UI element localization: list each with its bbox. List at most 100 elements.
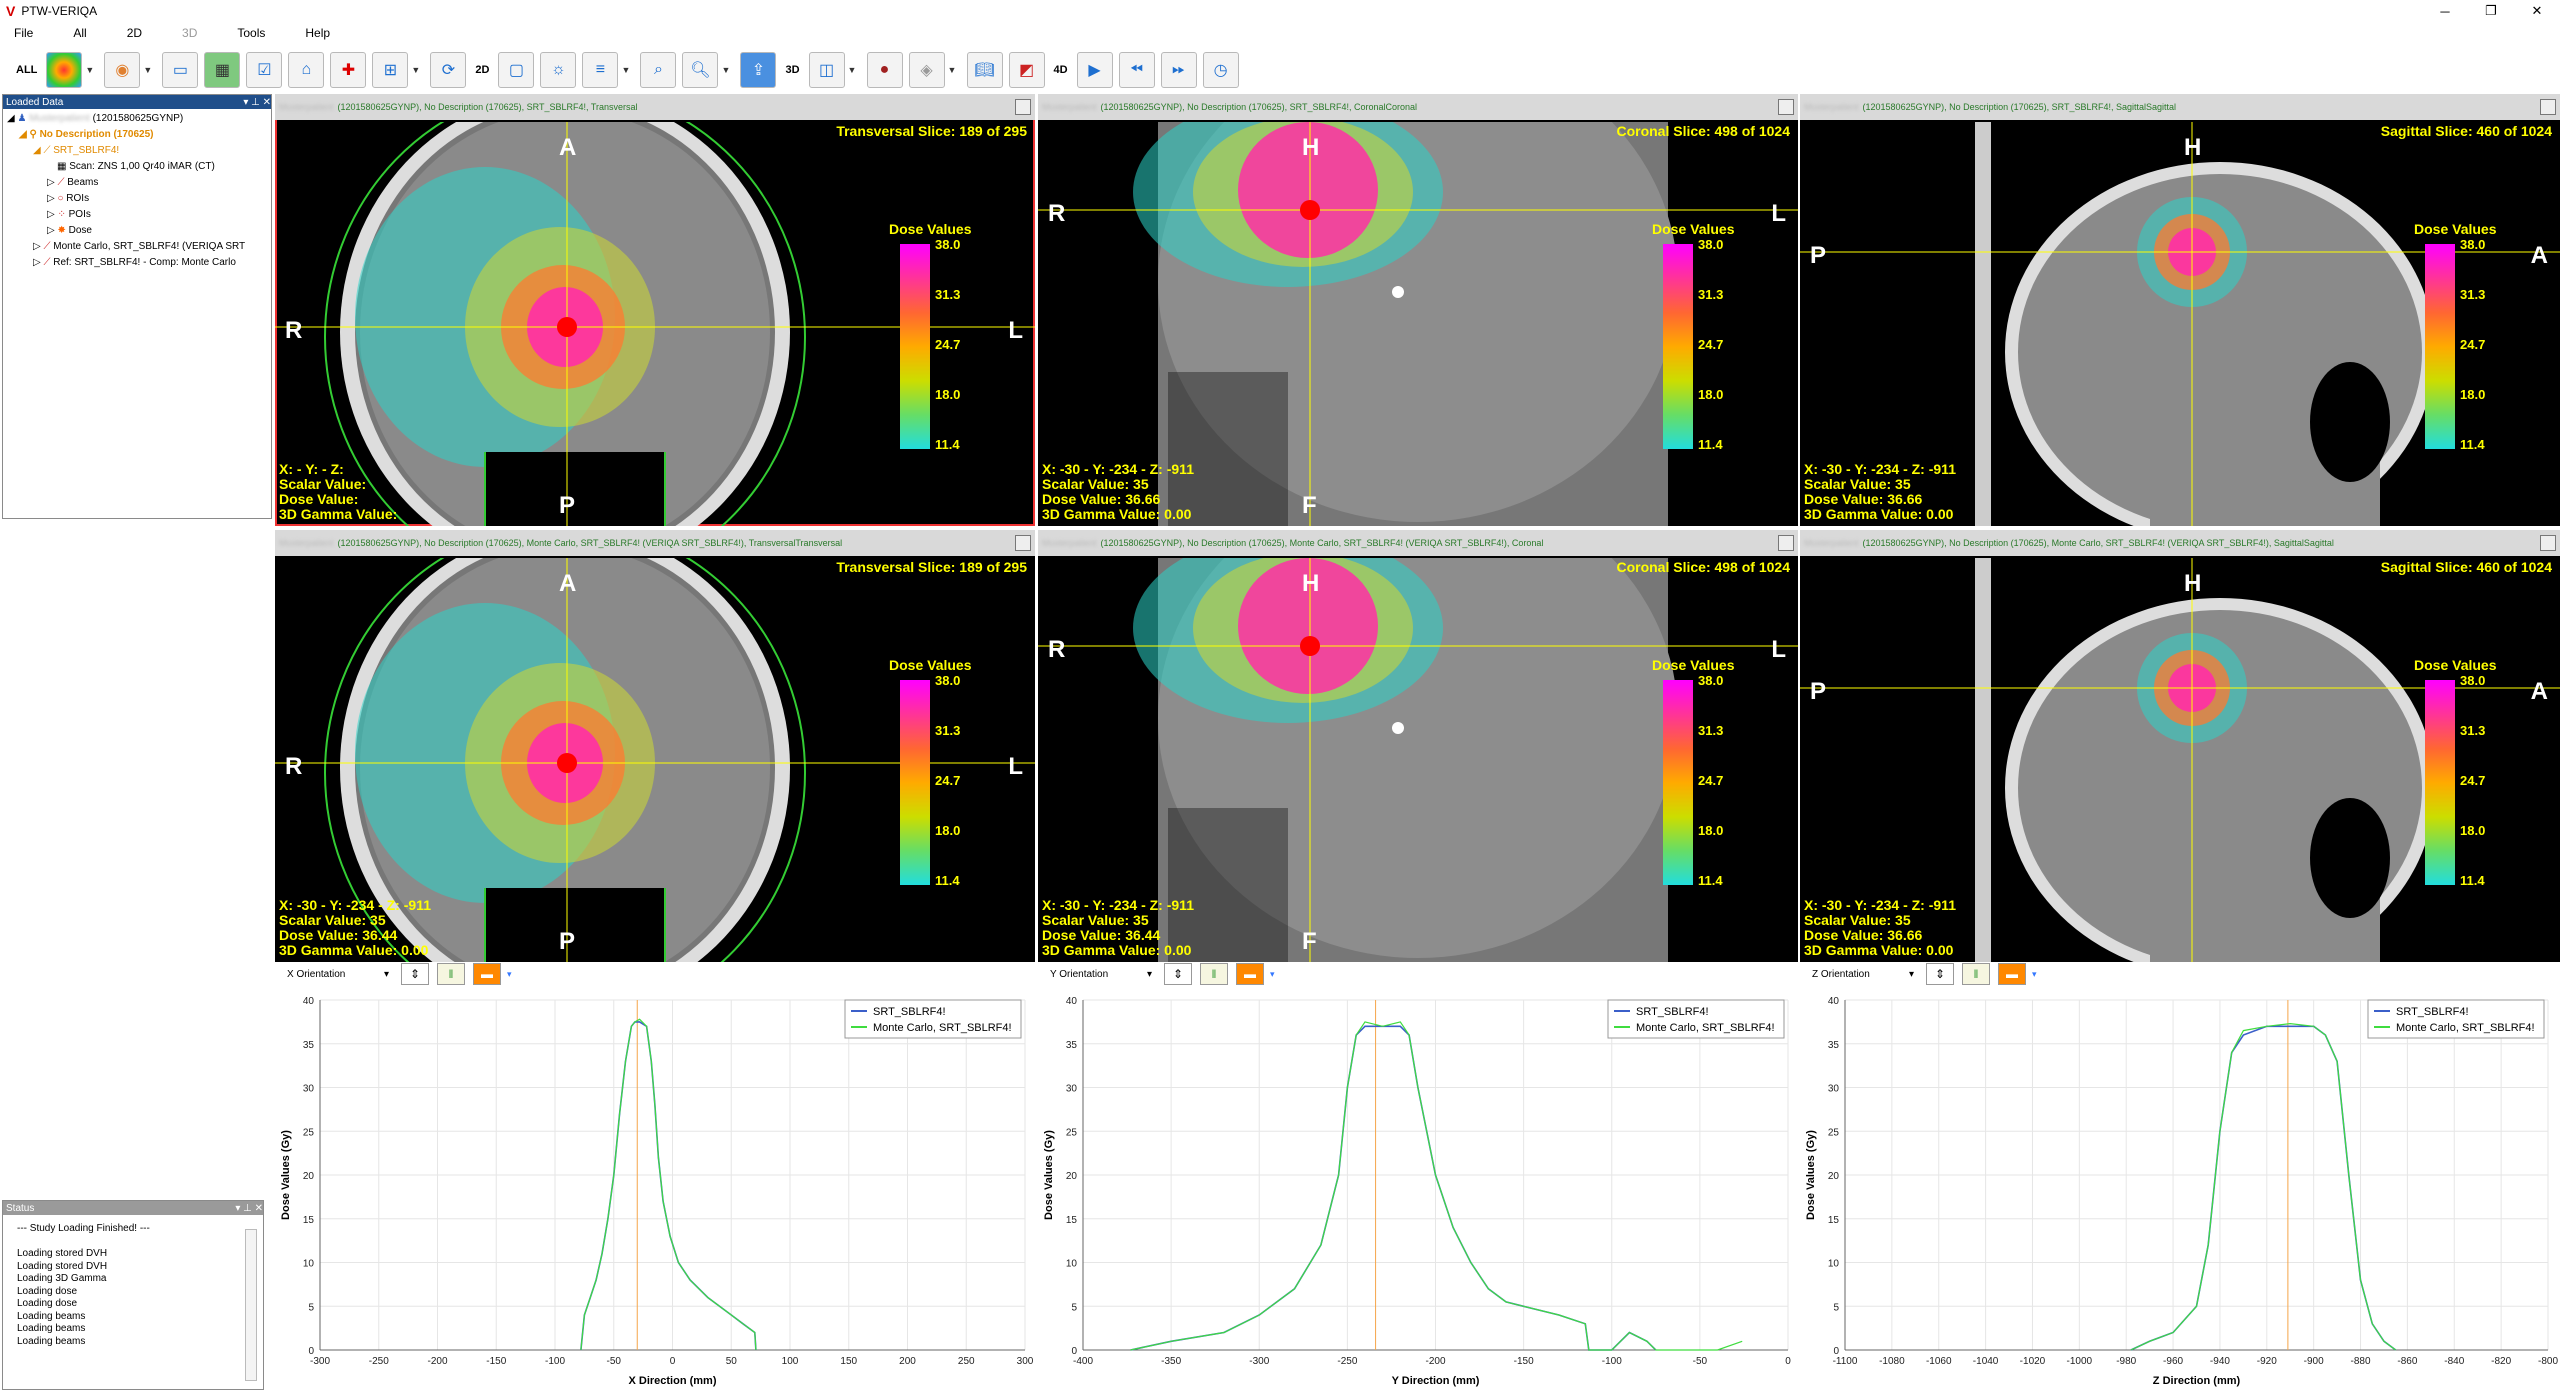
bookmark-icon[interactable]: ⌂ <box>288 52 325 88</box>
orientation-select[interactable]: Z Orientation ▾ <box>1808 965 1918 983</box>
menu-all[interactable]: All <box>73 26 86 40</box>
chevron-down-icon[interactable]: ▼ <box>848 65 858 75</box>
chevron-down-icon[interactable]: ▾ <box>2032 969 2037 980</box>
chevron-down-icon[interactable]: ▼ <box>621 65 631 75</box>
chevron-down-icon[interactable]: ▼ <box>411 65 421 75</box>
zoom-fit-icon[interactable]: ⌕ <box>640 52 677 88</box>
frame-icon[interactable]: ▢ <box>498 52 535 88</box>
orientation-select[interactable]: Y Orientation ▾ <box>1046 965 1156 983</box>
tree-scan[interactable]: ▦ Scan: ZNS 1,00 Qr40 iMAR (CT) <box>7 159 271 175</box>
brain-icon[interactable]: ◉ <box>104 52 141 88</box>
grid-icon[interactable]: ▦ <box>204 52 241 88</box>
profile-graph: Y Orientation ▾ ⇕ ‖ ▬ ▾ -400 -350 -300 -250… <box>1038 962 1798 1398</box>
image-viewer-trans[interactable]: Musterpatient (1201580625GYNP), No Descr… <box>275 94 1035 526</box>
series-line <box>580 1018 757 1351</box>
export-icon[interactable]: ⇪ <box>740 52 777 88</box>
cube-icon[interactable]: ◈ <box>908 52 945 88</box>
viewer-options-icon[interactable] <box>1778 535 1794 551</box>
zoom-icon[interactable]: 🔍︎ <box>682 52 719 88</box>
series-line <box>580 1021 757 1351</box>
image-viewer-cor[interactable]: Musterpatient (1201580625GYNP), No Descr… <box>1038 94 1798 526</box>
sliders-icon[interactable]: ≡ <box>582 52 619 88</box>
minimize-icon[interactable]: ─ <box>2422 0 2468 22</box>
legend-toggle-icon[interactable]: ▬ <box>1236 963 1264 985</box>
orientation-select[interactable]: X Orientation ▾ <box>283 965 393 983</box>
checklist-icon[interactable]: ☑ <box>246 52 283 88</box>
volume-icon[interactable]: ◫ <box>808 52 845 88</box>
restore-icon[interactable]: ❐ <box>2468 0 2514 22</box>
tree-study[interactable]: ◢ ⚲ No Description (170625) <box>7 127 271 143</box>
profile-plot[interactable]: -1100 -1080 -1060 -1040 -1020 -1000 -980 -960 -9… <box>1800 988 2558 1398</box>
swap-axis-icon[interactable]: ⇕ <box>1164 963 1192 985</box>
patient-name-blurred: Musterpatient <box>1804 538 1859 548</box>
tree-dose[interactable]: ▷ ✸ Dose <box>7 223 271 239</box>
viewer-header: Musterpatient (1201580625GYNP), No Descr… <box>275 530 1035 556</box>
play-icon[interactable]: ▶ <box>1076 52 1113 88</box>
marker-lines-icon[interactable]: ‖ <box>437 963 465 985</box>
brightness-icon[interactable]: ☼ <box>540 52 577 88</box>
rotate-icon[interactable]: ⟳ <box>430 52 467 88</box>
chevron-down-icon[interactable]: ▼ <box>721 65 731 75</box>
panel-pin-icon[interactable]: ▾ ⊥ ✕ <box>235 1203 263 1214</box>
colorbar-tick: 18.0 <box>935 387 961 402</box>
dose-values-title: Dose Values <box>889 221 972 237</box>
menu-help[interactable]: Help <box>305 26 330 40</box>
chevron-down-icon[interactable]: ▼ <box>85 65 95 75</box>
viewer-options-icon[interactable] <box>2540 535 2556 551</box>
viewer-options-icon[interactable] <box>2540 99 2556 115</box>
book-icon[interactable]: 📖︎ <box>966 52 1003 88</box>
chevron-down-icon[interactable]: ▼ <box>143 65 153 75</box>
y-tick-label: 35 <box>1828 1040 1840 1051</box>
x-tick-label: -200 <box>427 1356 447 1367</box>
tree-rois[interactable]: ▷ ○ ROIs <box>7 191 271 207</box>
viewer-options-icon[interactable] <box>1778 99 1794 115</box>
menu-3d[interactable]: 3D <box>182 26 197 40</box>
marker-lines-icon[interactable]: ‖ <box>1200 963 1228 985</box>
chevron-down-icon[interactable]: ▾ <box>1270 969 1275 980</box>
chevron-down-icon[interactable]: ▼ <box>948 65 958 75</box>
gamma-map-icon[interactable]: ◩ <box>1008 52 1045 88</box>
tree-plan[interactable]: ◢ ⟋ SRT_SBLRF4! <box>7 143 271 159</box>
menu-file[interactable]: File <box>14 26 33 40</box>
marker-lines-icon[interactable]: ‖ <box>1962 963 1990 985</box>
profile-plot[interactable]: -400 -350 -300 -250 -200 -150 -100 -50 0 0 5 10 15 20… <box>1038 988 1798 1398</box>
add-point-icon[interactable]: ✚ <box>330 52 367 88</box>
tree-beams[interactable]: ▷ ⟋ Beams <box>7 175 271 191</box>
chevron-down-icon[interactable]: ▾ <box>507 969 512 980</box>
swap-axis-icon[interactable]: ⇕ <box>1926 963 1954 985</box>
dose-map-icon[interactable] <box>46 52 83 88</box>
ruler-icon[interactable]: ▭ <box>162 52 199 88</box>
dose-colorbar <box>2425 244 2455 449</box>
clock-icon[interactable]: ◷ <box>1202 52 1239 88</box>
tree-pois[interactable]: ▷ ⁘ POIs <box>7 207 271 223</box>
image-viewer-sag[interactable]: Musterpatient (1201580625GYNP), No Descr… <box>1800 530 2560 962</box>
image-viewer-trans[interactable]: Musterpatient (1201580625GYNP), No Descr… <box>275 530 1035 962</box>
y-tick-label: 40 <box>1828 996 1840 1007</box>
cursor-info-line: Scalar Value: 35 <box>1804 476 1911 492</box>
x-tick-label: 150 <box>840 1356 857 1367</box>
legend-toggle-icon[interactable]: ▬ <box>473 963 501 985</box>
close-icon[interactable]: ✕ <box>2514 0 2560 22</box>
menu-2d[interactable]: 2D <box>127 26 142 40</box>
menu-tools[interactable]: Tools <box>237 26 265 40</box>
tree-monte-carlo[interactable]: ▷ ⟋ Monte Carlo, SRT_SBLRF4! (VERIQA SRT <box>7 239 271 255</box>
status-scrollbar[interactable] <box>245 1229 257 1381</box>
profile-plot[interactable]: -300 -250 -200 -150 -100 -50 0 50 100 150 200 250 30… <box>275 988 1035 1398</box>
image-viewer-cor[interactable]: Musterpatient (1201580625GYNP), No Descr… <box>1038 530 1798 962</box>
legend-toggle-icon[interactable]: ▬ <box>1998 963 2026 985</box>
viewer-options-icon[interactable] <box>1015 535 1031 551</box>
fast-forward-icon[interactable]: ⏩︎ <box>1160 52 1197 88</box>
layout-icon[interactable]: ⊞ <box>372 52 409 88</box>
rewind-icon[interactable]: ⏪︎ <box>1118 52 1155 88</box>
swap-axis-icon[interactable]: ⇕ <box>401 963 429 985</box>
cursor-info-line: X: -30 - Y: -234 - Z: -911 <box>1042 897 1194 913</box>
tree-ref[interactable]: ▷ ⟋ Ref: SRT_SBLRF4! - Comp: Monte Carlo <box>7 255 271 271</box>
viewer-options-icon[interactable] <box>1015 99 1031 115</box>
organ-icon[interactable]: ● <box>866 52 903 88</box>
tree-patient[interactable]: ◢ ♟ Musterpatient (1201580625GYNP) <box>7 111 271 127</box>
panel-pin-icon[interactable]: ▾ ⊥ ✕ <box>243 97 271 108</box>
colorbar-tick: 31.3 <box>1698 287 1724 302</box>
y-tick-label: 20 <box>1066 1171 1078 1182</box>
y-axis-label: Dose Values (Gy) <box>1043 1130 1055 1220</box>
image-viewer-sag[interactable]: Musterpatient (1201580625GYNP), No Descr… <box>1800 94 2560 526</box>
